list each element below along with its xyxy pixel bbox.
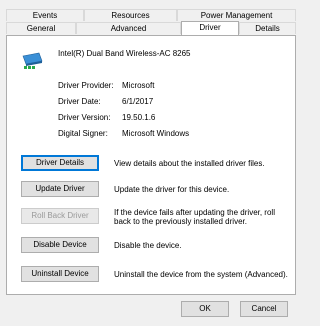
driver-details-description: View details about the installed driver …	[114, 159, 265, 168]
disable-device-button[interactable]: Disable Device	[21, 237, 99, 253]
tab-resources[interactable]: Resources	[84, 9, 177, 21]
network-adapter-icon	[22, 52, 43, 69]
tab-advanced[interactable]: Advanced	[76, 22, 181, 34]
driver-details-button[interactable]: Driver Details	[21, 155, 99, 171]
update-driver-button[interactable]: Update Driver	[21, 181, 99, 197]
roll-back-driver-button[interactable]: Roll Back Driver	[21, 208, 99, 224]
tab-row-lower: General Advanced Driver Details	[6, 21, 296, 35]
driver-date-value: 6/1/2017	[122, 97, 154, 106]
uninstall-device-button[interactable]: Uninstall Device	[21, 266, 99, 282]
tab-driver[interactable]: Driver	[181, 21, 239, 35]
device-name: Intel(R) Dual Band Wireless-AC 8265	[58, 49, 191, 58]
driver-version-value: 19.50.1.6	[122, 113, 156, 122]
tab-power-management[interactable]: Power Management	[177, 9, 296, 21]
cancel-button[interactable]: Cancel	[240, 301, 288, 317]
tab-details[interactable]: Details	[239, 22, 296, 34]
driver-provider-label: Driver Provider:	[58, 81, 114, 90]
roll-back-driver-description: If the device fails after updating the d…	[114, 208, 275, 226]
digital-signer-value: Microsoft Windows	[122, 129, 190, 138]
tab-general[interactable]: General	[6, 22, 76, 34]
uninstall-device-description: Uninstall the device from the system (Ad…	[114, 270, 288, 279]
digital-signer-label: Digital Signer:	[58, 129, 108, 138]
driver-date-label: Driver Date:	[58, 97, 101, 106]
tab-events[interactable]: Events	[6, 9, 84, 21]
update-driver-description: Update the driver for this device.	[114, 185, 230, 194]
ok-button[interactable]: OK	[181, 301, 229, 317]
tab-row-upper: Events Resources Power Management	[6, 9, 296, 22]
driver-version-label: Driver Version:	[58, 113, 111, 122]
disable-device-description: Disable the device.	[114, 241, 182, 250]
driver-provider-value: Microsoft	[122, 81, 155, 90]
